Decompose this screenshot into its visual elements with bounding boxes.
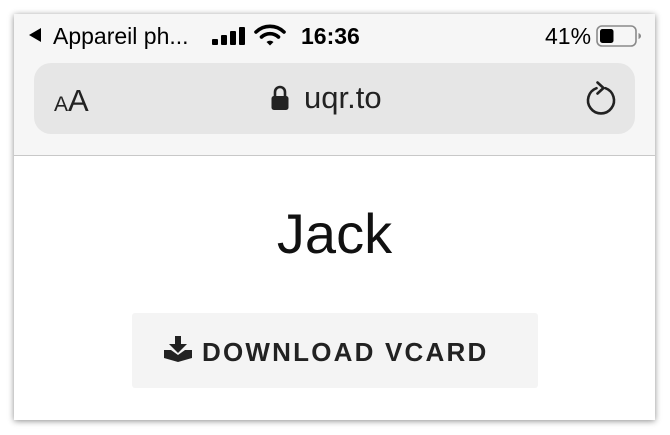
download-vcard-label: DOWNLOAD VCARD (202, 337, 489, 367)
address-bar[interactable]: AA uqr.to (34, 63, 635, 134)
text-size-small-label: A (54, 93, 69, 116)
text-size-button[interactable]: AA (54, 83, 89, 118)
back-arrow-icon[interactable] (28, 27, 42, 43)
lock-icon (271, 85, 289, 110)
browser-chrome: Appareil ph... 16:36 41% AA uqr.to (14, 14, 655, 156)
download-vcard-button[interactable]: DOWNLOAD VCARD (132, 313, 538, 388)
text-size-large-label: A (68, 83, 89, 118)
battery-icon (596, 25, 641, 47)
page-content: Jack DOWNLOAD VCARD (14, 156, 655, 420)
cellular-signal-icon (212, 27, 245, 45)
status-bar: Appareil ph... 16:36 41% (14, 14, 655, 60)
battery-percentage: 41% (545, 23, 592, 49)
url-domain[interactable]: uqr.to (304, 80, 382, 116)
download-icon (164, 336, 192, 362)
reload-icon[interactable] (584, 81, 618, 117)
wifi-icon (254, 24, 286, 46)
contact-name: Jack (276, 202, 393, 265)
clock: 16:36 (301, 23, 360, 49)
phone-screenshot: Appareil ph... 16:36 41% AA uqr.to Jack … (14, 14, 655, 420)
carrier-label[interactable]: Appareil ph... (53, 23, 189, 49)
